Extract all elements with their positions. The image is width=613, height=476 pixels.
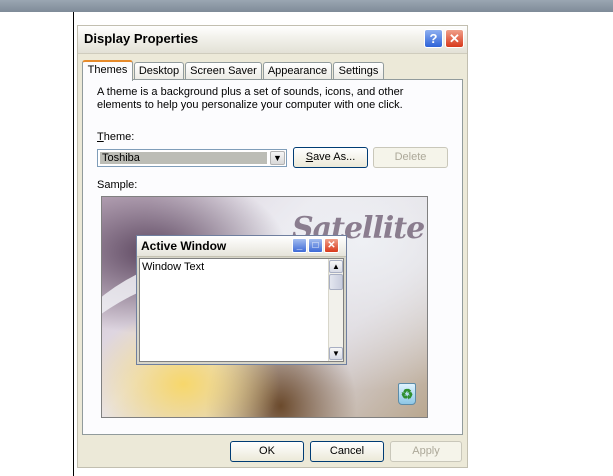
help-button[interactable]: ? xyxy=(424,29,443,48)
recycle-bin-icon: ♻ xyxy=(398,383,416,405)
theme-label: Theme: xyxy=(97,131,135,143)
active-window-preview: Active Window _ □ ✕ Window Text ▲ ▼ xyxy=(136,235,347,365)
scroll-thumb xyxy=(329,274,343,290)
close-button[interactable]: ✕ xyxy=(445,29,464,48)
themes-panel: A theme is a background plus a set of so… xyxy=(82,79,463,435)
preview-scrollbar: ▲ ▼ xyxy=(328,259,343,361)
tab-desktop[interactable]: Desktop xyxy=(134,62,184,79)
theme-select-value: Toshiba xyxy=(100,152,267,164)
page-margin-line xyxy=(73,12,74,476)
theme-description: A theme is a background plus a set of so… xyxy=(97,86,404,111)
tab-appearance[interactable]: Appearance xyxy=(263,62,332,79)
tab-screen-saver[interactable]: Screen Saver xyxy=(185,62,262,79)
sample-label: Sample: xyxy=(97,179,138,191)
theme-select[interactable]: Toshiba ▼ xyxy=(97,149,287,167)
dialog-title: Display Properties xyxy=(84,31,199,46)
tab-settings[interactable]: Settings xyxy=(333,62,384,79)
window-text: Window Text xyxy=(142,261,205,273)
active-window-body: Window Text ▲ ▼ xyxy=(139,258,344,362)
scroll-down-icon: ▼ xyxy=(329,347,343,360)
delete-button[interactable]: Delete xyxy=(373,147,448,168)
chevron-down-icon[interactable]: ▼ xyxy=(270,151,285,165)
cancel-button[interactable]: Cancel xyxy=(310,441,384,462)
save-as-button[interactable]: Save As... xyxy=(293,147,368,168)
active-window-title: Active Window xyxy=(141,239,227,253)
tab-themes[interactable]: Themes xyxy=(82,60,133,81)
close-icon: ✕ xyxy=(324,238,339,253)
apply-button[interactable]: Apply xyxy=(390,441,462,462)
active-window-titlebar: Active Window _ □ ✕ xyxy=(137,236,346,257)
minimize-icon: _ xyxy=(292,238,307,253)
top-header-bar xyxy=(0,0,613,12)
scroll-up-icon: ▲ xyxy=(329,260,343,273)
display-properties-dialog: Display Properties ? ✕ Themes Desktop Sc… xyxy=(77,25,468,468)
dialog-titlebar[interactable]: Display Properties ? ✕ xyxy=(78,26,467,54)
ok-button[interactable]: OK xyxy=(230,441,304,462)
theme-sample-preview: Satellite ♻ Active Window _ □ ✕ Window T… xyxy=(101,196,428,418)
maximize-icon: □ xyxy=(308,238,323,253)
